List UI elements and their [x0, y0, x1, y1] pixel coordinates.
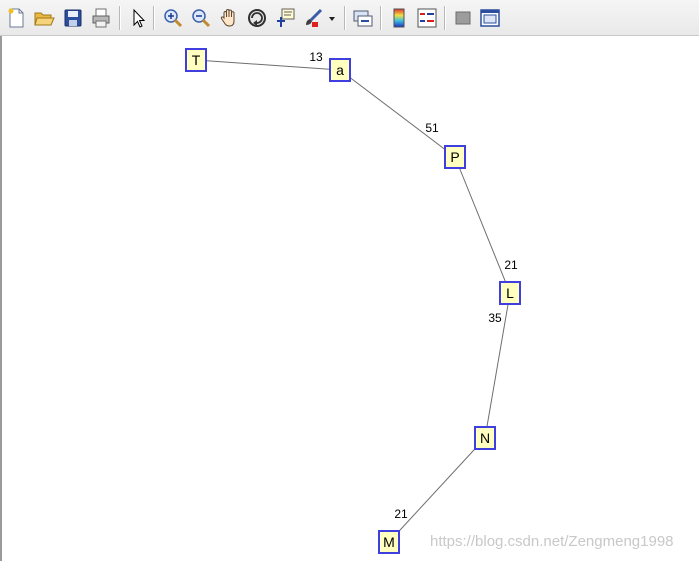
node-label: M — [383, 534, 395, 550]
node-label: L — [506, 285, 514, 301]
edge-weight-label: 21 — [504, 258, 518, 272]
graph-node-T[interactable]: T — [185, 48, 207, 72]
nodes-layer: Ta P L N M — [185, 48, 521, 554]
graph-edge-N-M — [388, 437, 486, 543]
edge-weight-label: 35 — [488, 311, 502, 325]
edge-weight-label: 13 — [309, 50, 323, 64]
graph-edge-P-L — [454, 156, 511, 294]
graph-node-N[interactable]: N — [474, 426, 496, 450]
node-label: N — [480, 430, 490, 446]
node-label: T — [192, 52, 201, 68]
graph-node-P[interactable]: P — [444, 145, 466, 169]
edge-weight-label: 51 — [425, 121, 439, 135]
graph-node-M[interactable]: M — [378, 530, 400, 554]
graph-edge-a-P — [339, 69, 456, 158]
graph-plot: Ta P L N M 13 51 21 35 21 — [185, 48, 521, 554]
node-label: a — [336, 62, 344, 78]
graph-node-L[interactable]: L — [499, 281, 521, 305]
edge-weight-label: 21 — [394, 507, 408, 521]
edge-weights-layer: 13 51 21 35 21 — [309, 50, 518, 521]
watermark: https://blog.csdn.net/Zengmeng1998 — [430, 533, 674, 550]
edges-layer — [195, 59, 511, 543]
graph-node-a[interactable]: a — [329, 58, 351, 82]
node-label: P — [450, 149, 459, 165]
